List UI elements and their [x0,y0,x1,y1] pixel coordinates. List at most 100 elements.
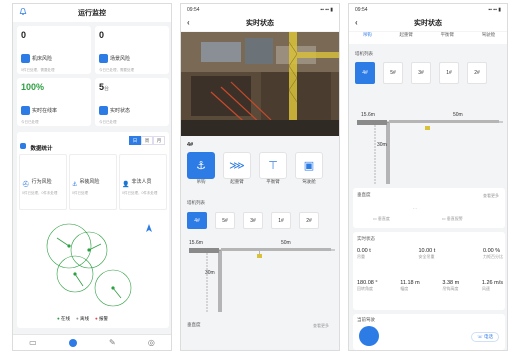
card-sub: 今日已处理 [21,120,39,124]
tower-4[interactable]: 4# [187,212,207,229]
bottom-tab-bar: ▭ ✎ ◎ [13,334,171,350]
metric-amplitude: 11.18 m 幅度 [400,280,420,291]
card-sub: 今日已处理 [99,120,117,124]
signal-icons: ▪▪ ▪▪ ▮ [488,6,501,13]
dim-height: 30m [377,142,387,148]
camera-feed[interactable] [181,32,340,136]
tower-5[interactable]: 5# [215,212,235,229]
hook-button[interactable]: ⚓ [187,152,215,179]
title-bar: 运行监控 [13,4,171,22]
tower-marker[interactable] [111,286,115,290]
card-value: 0 [99,30,105,40]
metric-safe-load: 10.00 t 安全吊重 [418,248,436,259]
card-machine-risk[interactable]: 0 机床风险 0件已处理，需要处理 [17,26,91,74]
vertical-alarm-item: ▭ 垂直报警 [441,216,463,221]
metric-moment: 0.00 % 力矩百分比 [483,248,503,259]
profile-icon[interactable]: ◎ [148,338,155,347]
tower-map[interactable] [21,216,165,314]
back-arrow-icon[interactable]: ‹ [355,18,358,27]
tower-2[interactable]: 2# [299,212,319,229]
tower-3[interactable]: 3# [411,62,431,84]
monitor-icon[interactable] [68,338,77,347]
risk-illegal-person[interactable]: 👤 非法人员 0件已处理，0件未处理 [119,154,167,210]
cab-icon: ▣ [303,160,315,172]
tab-week[interactable]: 周 [141,136,153,145]
crane-icon: ⚓ [72,182,78,188]
vertical-card: 垂直度 查看更多 - - ▭ 垂直度 ▭ 垂直报警 [353,188,505,228]
tower-5[interactable]: 5# [383,62,403,84]
card-value: 100% [21,82,45,92]
view-more-link[interactable]: 查看更多 [313,323,329,329]
title-bar: ‹ 实时状态 [349,15,507,31]
tab-cab[interactable]: 驾驶舱 [482,32,496,44]
cab-button[interactable]: ▣ [295,152,323,179]
dim-height: 30m [205,270,215,276]
tab-month[interactable]: 月 [153,136,165,145]
machine-icon [21,54,30,64]
dim-jib: 15.6m [189,240,203,246]
dim-total: 50m [281,240,291,246]
counter-jib-icon: ⊤ [268,160,278,172]
back-arrow-icon[interactable]: ‹ [187,18,190,27]
counter-jib-button[interactable]: ⊤ [259,152,287,179]
tab-hook[interactable]: 吊钩 [363,32,372,44]
card-label: 场景风险 [110,56,131,63]
vertical-item: ▭ 垂直度 [373,216,390,221]
metric-load: 0.00 t 吊重 [357,248,371,259]
metrics-card: 实时状态 0.00 t 吊重 10.00 t 安全吊重 0.00 % 力矩百分比 18… [353,232,505,310]
card-sub: 今日已处理，需要处理 [99,68,134,72]
tower-diagram [357,120,503,184]
tower-2[interactable]: 2# [467,62,487,84]
period-tabs: 日 周 月 [129,136,165,145]
tool-tabs: ⚓ 吊钩 ⋙ 起重臂 ⊤ 平衡臂 ▣ 驾驶舱 [187,152,323,185]
bell-icon[interactable] [19,7,27,16]
tower-1[interactable]: 1# [439,62,459,84]
tower-list: 4# 5# 3# 1# 2# [355,62,487,84]
screen-monitoring: 运行监控 0 机床风险 0件已处理，需要处理 0 场景风险 今日已处理，需要处理… [12,3,172,351]
tab-day[interactable]: 日 [129,136,141,145]
status-bar: 09:54 ▪▪ ▪▪ ▮ [181,4,339,15]
tower-marker[interactable] [73,272,77,276]
stats-panel: 数据统计 日 周 月 ⛑ 行为风险 0件已处理，0件未处理 ⚓ 吊装风险 0件已处理… [17,132,169,328]
screen-realtime-status: 09:54 ▪▪ ▪▪ ▮ ‹ 实时状态 吊钩 起重臂 平衡臂 驾驶舱 塔机列表 … [348,3,508,351]
title-bar: ‹ 实时状态 [181,15,339,31]
tower-4[interactable]: 4# [355,62,375,84]
jib-icon: ⋙ [229,160,245,172]
tower-marker[interactable] [87,248,91,252]
card-sub: 0件已处理，需要处理 [21,68,55,72]
card-online-rate[interactable]: 100% 实时在线率 今日已处理 [17,78,91,126]
tower-marker[interactable] [67,244,71,248]
vertical-title: 垂直度 [187,322,201,327]
risk-lifting[interactable]: ⚓ 吊装风险 0件已处理 [69,154,117,210]
tower-3[interactable]: 3# [243,212,263,229]
call-button[interactable]: ☏ 电话 [471,332,499,342]
tower-list-title: 塔机列表 [355,51,373,56]
dim-jib: 15.6m [361,112,375,118]
card-label: 实时在线率 [32,108,58,115]
wrench-icon[interactable]: ✎ [109,338,116,347]
avatar[interactable] [359,326,379,346]
card-value: 5台 [99,82,110,92]
top-tabs: 吊钩 起重臂 平衡臂 驾驶舱 [349,32,507,44]
jib-button[interactable]: ⋙ [223,152,251,179]
stats-icon [20,142,26,149]
dim-total: 50m [453,112,463,118]
document-icon[interactable]: ▭ [29,338,37,347]
person-icon: 👤 [122,182,130,188]
page-title: 实时状态 [414,20,442,27]
risk-behavior[interactable]: ⛑ 行为风险 0件已处理，0件未处理 [19,154,67,210]
card-label: 实时状态 [110,108,131,115]
hook-icon: ⚓ [196,160,206,172]
metric-hook-height: 3.38 m 吊钩高度 [442,280,460,291]
card-scene-risk[interactable]: 0 场景风险 今日已处理，需要处理 [95,26,169,74]
card-label: 机床风险 [32,56,53,63]
tower-1[interactable]: 1# [271,212,291,229]
status-icon [99,106,108,116]
tab-counter-jib[interactable]: 平衡臂 [441,32,455,44]
page-title: 运行监控 [78,10,106,17]
tab-jib[interactable]: 起重臂 [399,32,413,44]
compass-icon [146,224,152,232]
operator-card: 当前驾驶 ☏ 电话 [353,314,505,350]
card-realtime-status[interactable]: 5台 实时状态 今日已处理 [95,78,169,126]
view-more-link[interactable]: 查看更多 [483,193,499,199]
